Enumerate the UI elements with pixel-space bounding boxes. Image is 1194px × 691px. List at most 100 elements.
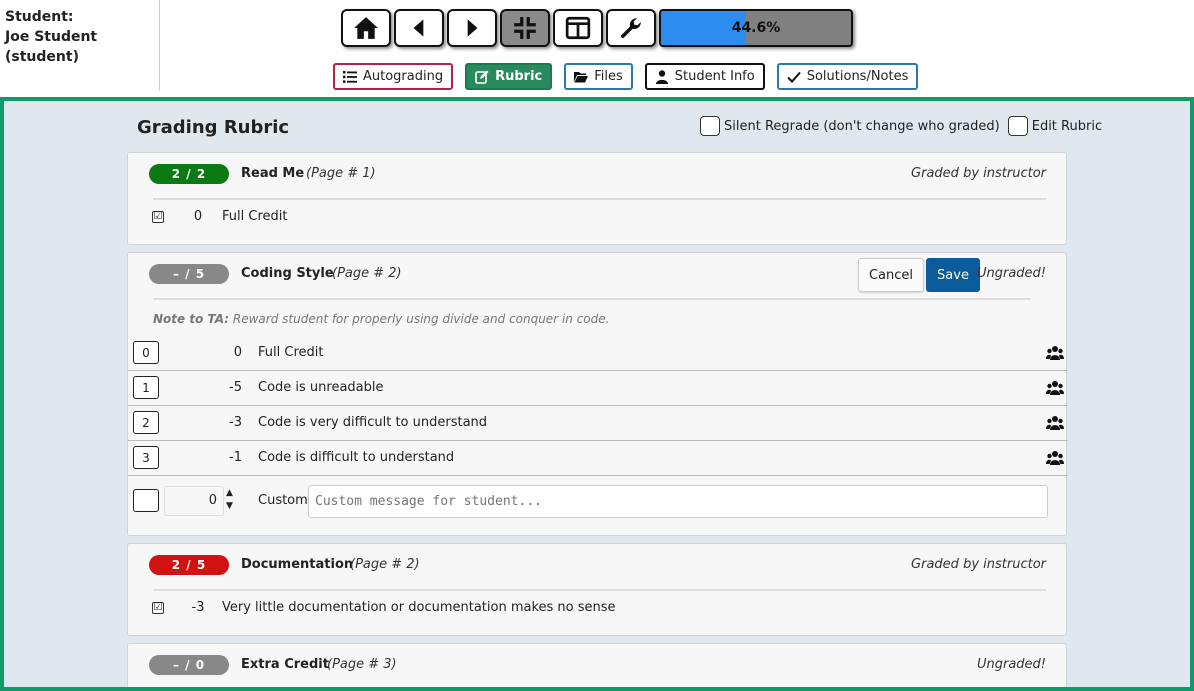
mark-hotkey[interactable]: 2: [133, 411, 159, 434]
component-page: (Page # 2): [350, 557, 420, 572]
mark-points: -3: [229, 415, 242, 430]
component-page: (Page # 2): [332, 266, 402, 281]
header: Student: Joe Student (student) 44.6% Aut…: [0, 0, 1194, 97]
points-spinner[interactable]: ▲ ▼: [226, 487, 233, 513]
settings-button[interactable]: [606, 9, 656, 47]
score-badge: – / 0: [149, 655, 229, 675]
component-header[interactable]: 2 / 5 Documentation (Page # 2) Graded by…: [128, 544, 1066, 588]
component-page: (Page # 3): [327, 657, 397, 672]
edit-rubric-label: Edit Rubric: [1031, 118, 1103, 134]
tab-files-label: Files: [594, 69, 623, 84]
mark-text: Code is very difficult to understand: [258, 415, 488, 430]
tab-student-info[interactable]: Student Info: [644, 63, 765, 90]
save-button[interactable]: Save: [926, 258, 980, 292]
checked-box-icon: ☑: [152, 210, 164, 223]
mark-hotkey[interactable]: 3: [133, 446, 159, 469]
component-card-documentation[interactable]: 2 / 5 Documentation (Page # 2) Graded by…: [127, 543, 1067, 636]
component-header[interactable]: 2 / 2 Read Me (Page # 1) Graded by instr…: [128, 153, 1066, 197]
collapse-icon: [514, 17, 536, 39]
tab-files[interactable]: Files: [564, 63, 633, 90]
student-info-box: Student: Joe Student (student): [0, 0, 160, 91]
divider: [153, 198, 1046, 200]
component-header: – / 5 Coding Style (Page # 2) Cancel Sav…: [128, 253, 1066, 297]
check-icon: [787, 71, 801, 83]
cancel-button[interactable]: Cancel: [858, 258, 924, 292]
home-icon: [354, 17, 378, 39]
page-title: Grading Rubric: [137, 117, 290, 138]
panel-tabs: Autograding Rubric Files Student Info So…: [333, 63, 919, 90]
grading-toolbar: 44.6%: [341, 9, 853, 47]
tab-rubric-label: Rubric: [495, 69, 543, 84]
grader-status: Ungraded!: [976, 657, 1046, 672]
mark-text: Code is unreadable: [258, 380, 384, 395]
next-student-button[interactable]: [447, 9, 497, 47]
users-icon: [1046, 346, 1064, 360]
mark-points: 0: [233, 345, 242, 360]
users-icon: [1046, 451, 1064, 465]
tab-rubric[interactable]: Rubric: [465, 63, 553, 90]
score-badge: 2 / 2: [149, 164, 229, 184]
score-badge: – / 5: [149, 264, 229, 284]
mark-hotkey[interactable]: 0: [133, 341, 159, 364]
layout-button[interactable]: [553, 9, 603, 47]
component-card-coding-style: – / 5 Coding Style (Page # 2) Cancel Sav…: [127, 252, 1068, 536]
rubric-options: Silent Regrade (don't change who graded)…: [700, 116, 1106, 136]
divider: [153, 298, 1031, 300]
mark-row[interactable]: 0 0 Full Credit: [128, 336, 1068, 371]
mark-points: -3: [191, 600, 205, 615]
component-card-extra-credit[interactable]: – / 0 Extra Credit (Page # 3) Ungraded!: [127, 643, 1067, 687]
custom-message-input[interactable]: [308, 485, 1048, 518]
users-icon: [1046, 416, 1064, 430]
student-label: Student:: [5, 9, 74, 25]
custom-mark-checkbox[interactable]: [133, 489, 159, 512]
student-name: Joe Student (student): [5, 29, 98, 65]
grader-status: Ungraded!: [976, 266, 1046, 281]
list-icon: [343, 70, 357, 83]
collapse-button[interactable]: [500, 9, 550, 47]
component-name: Extra Credit: [241, 657, 329, 672]
checked-box-icon: ☑: [152, 601, 164, 614]
divider: [153, 589, 1046, 591]
two-panel-layout-icon: [565, 16, 591, 40]
edit-rubric-checkbox[interactable]: [1007, 116, 1028, 136]
users-icon: [1046, 381, 1064, 395]
silent-regrade-checkbox[interactable]: [700, 116, 720, 136]
tab-solutions-label: Solutions/Notes: [806, 69, 909, 84]
grader-status: Graded by instructor: [911, 557, 1046, 572]
wrench-icon: [620, 18, 641, 39]
custom-label: Custom:: [258, 493, 313, 508]
mark-text: Code is difficult to understand: [258, 450, 455, 465]
tab-autograding-label: Autograding: [363, 69, 444, 84]
progress-text: 44.6%: [731, 20, 781, 36]
component-name: Coding Style: [241, 266, 334, 281]
component-name: Read Me: [241, 166, 305, 181]
tab-solutions-notes[interactable]: Solutions/Notes: [776, 63, 919, 90]
custom-points-input[interactable]: 0: [164, 486, 224, 516]
folder-open-icon: [574, 71, 589, 82]
tab-autograding[interactable]: Autograding: [333, 63, 454, 90]
component-card-read-me[interactable]: 2 / 2 Read Me (Page # 1) Graded by instr…: [127, 152, 1067, 245]
tab-student-info-label: Student Info: [674, 69, 755, 84]
prev-student-button[interactable]: [394, 9, 444, 47]
mark-hotkey[interactable]: 1: [133, 376, 159, 399]
score-badge: 2 / 5: [149, 555, 229, 575]
mark-row[interactable]: 3 -1 Code is difficult to understand: [128, 441, 1068, 476]
custom-mark-row: 0 ▲ ▼ Custom:: [128, 480, 1068, 520]
grader-status: Graded by instructor: [911, 166, 1046, 181]
selected-mark: ☑ 0 Full Credit: [152, 209, 287, 224]
silent-regrade-label: Silent Regrade (don't change who graded): [724, 118, 1000, 134]
mark-points: -5: [229, 380, 242, 395]
grading-progress-bar: 44.6%: [659, 9, 853, 47]
rubric-panel: Grading Rubric Silent Regrade (don't cha…: [0, 97, 1194, 691]
ta-note: Note to TA: Reward student for properly …: [153, 312, 609, 326]
home-button[interactable]: [341, 9, 391, 47]
mark-text: Full Credit: [258, 345, 324, 360]
prev-arrow-icon: [413, 19, 424, 37]
spin-up-icon[interactable]: ▲: [226, 487, 233, 500]
component-header[interactable]: – / 0 Extra Credit (Page # 3) Ungraded!: [128, 644, 1066, 687]
component-name: Documentation: [241, 557, 354, 572]
mark-row[interactable]: 1 -5 Code is unreadable: [128, 371, 1068, 406]
spin-down-icon[interactable]: ▼: [226, 500, 233, 513]
edit-icon: [475, 70, 489, 84]
mark-row[interactable]: 2 -3 Code is very difficult to understan…: [128, 406, 1068, 441]
